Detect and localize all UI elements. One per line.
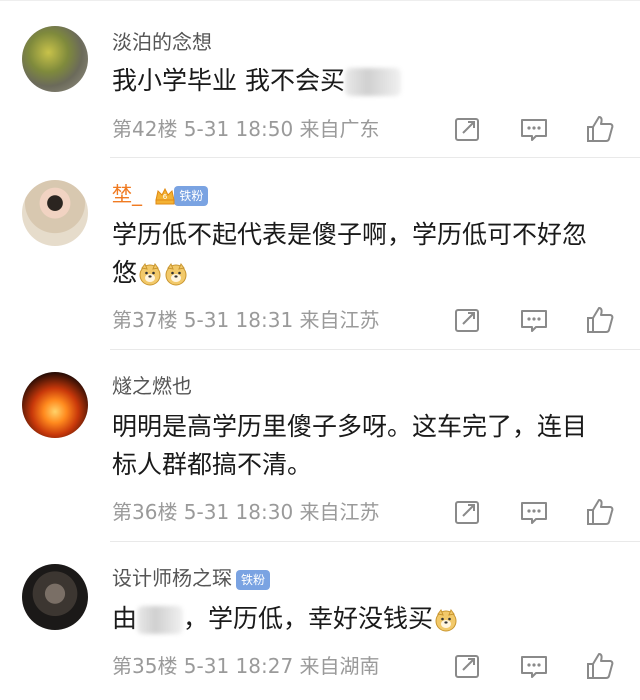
comment-actions — [446, 305, 622, 335]
fan-badge: 铁粉 — [236, 569, 271, 590]
avatar[interactable] — [22, 564, 88, 630]
comment-text-content: ，学历低，幸好没钱买 — [183, 604, 434, 633]
share-icon[interactable] — [452, 305, 482, 335]
comment-actions — [446, 497, 622, 527]
comment-text: 学历低不起代表是傻子啊，学历低可不好忽 悠 — [112, 216, 622, 292]
comment-meta: 第36楼 5-31 18:30 来自江苏 — [112, 500, 380, 524]
username[interactable]: 淡泊的念想 — [112, 30, 212, 54]
comment-text: 由 ，学历低，幸好没钱买 — [112, 600, 622, 638]
doge-emoji-icon — [138, 262, 162, 286]
doge-emoji-icon — [434, 608, 458, 632]
share-icon[interactable] — [452, 651, 482, 681]
comment-text-content: 我小学毕业 我不会买 — [112, 66, 345, 95]
comment-text: 明明是高学历里傻子多呀。这车完了，连目 标人群都搞不清。 — [112, 408, 622, 484]
crown-icon: 6 — [154, 186, 176, 206]
comment-text-line: 明明是高学历里傻子多呀。这车完了，连目 — [112, 412, 588, 441]
doge-emoji-icon — [164, 262, 188, 286]
avatar[interactable] — [22, 180, 88, 246]
avatar[interactable] — [22, 26, 88, 92]
username-text: 设计师杨之琛 — [112, 566, 232, 590]
comment-icon[interactable] — [519, 651, 549, 681]
blurred-text — [344, 68, 401, 96]
svg-text:6: 6 — [163, 193, 168, 201]
comment-text: 我小学毕业 我不会买 — [112, 62, 622, 100]
comment-icon[interactable] — [519, 114, 549, 144]
comment-item: 设计师杨之琛 铁粉 由 ，学历低，幸好没钱买 第35楼 5-31 18:27 来自湖… — [0, 542, 640, 700]
comment-text-prefix: 由 — [112, 604, 138, 633]
comment-text-line: 悠 — [112, 254, 622, 292]
comment-text-line: 标人群都搞不清。 — [112, 450, 313, 479]
thumbs-up-icon[interactable] — [585, 497, 615, 527]
comment-meta: 第35楼 5-31 18:27 来自湖南 — [112, 654, 380, 678]
avatar[interactable] — [22, 372, 88, 438]
comment-item: 埜_ 6 铁粉 学历低不起代表是傻子啊，学历低可不好忽 悠 第37楼 5-31 … — [0, 158, 640, 350]
comment-text-line: 学历低不起代表是傻子啊，学历低可不好忽 — [112, 220, 588, 249]
comment-meta: 第42楼 5-31 18:50 来自广东 — [112, 117, 380, 141]
fan-badge: 铁粉 — [174, 185, 209, 206]
username[interactable]: 设计师杨之琛 铁粉 — [112, 566, 271, 590]
comment-item: 淡泊的念想 我小学毕业 我不会买 第42楼 5-31 18:50 来自广东 — [0, 0, 640, 158]
vip-badge: 6 铁粉 — [148, 185, 209, 206]
username[interactable]: 埜_ 6 铁粉 — [112, 182, 209, 206]
thumbs-up-icon[interactable] — [585, 651, 615, 681]
thumbs-up-icon[interactable] — [585, 114, 615, 144]
username-text: 埜_ — [112, 182, 142, 206]
share-icon[interactable] — [452, 497, 482, 527]
thumbs-up-icon[interactable] — [585, 305, 615, 335]
blurred-text — [137, 606, 184, 634]
share-icon[interactable] — [452, 114, 482, 144]
comment-meta: 第37楼 5-31 18:31 来自江苏 — [112, 308, 380, 332]
comment-item: 燧之燃也 明明是高学历里傻子多呀。这车完了，连目 标人群都搞不清。 第36楼 5… — [0, 350, 640, 542]
comment-icon[interactable] — [519, 497, 549, 527]
comment-actions — [446, 114, 622, 144]
comment-actions — [446, 651, 622, 681]
comment-icon[interactable] — [519, 305, 549, 335]
comment-text-content: 悠 — [112, 258, 138, 287]
username[interactable]: 燧之燃也 — [112, 374, 192, 398]
